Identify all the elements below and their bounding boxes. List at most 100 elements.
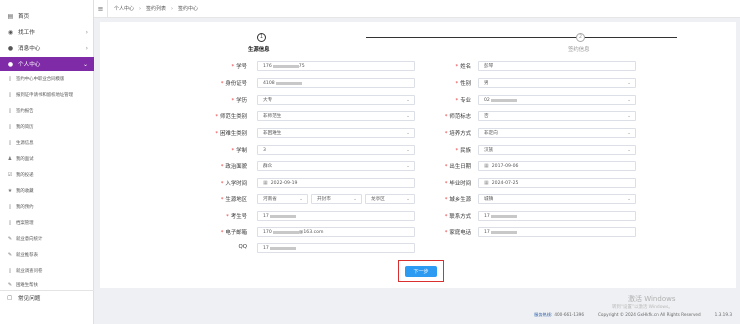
gender-select[interactable]: 男 ⌄ bbox=[478, 78, 636, 88]
home-phone-label: * 家庭电话 bbox=[444, 230, 471, 236]
qq-input[interactable]: 17 bbox=[257, 243, 415, 253]
chevron-down-icon: ⌄ bbox=[627, 196, 631, 202]
email-label: * 电子邮箱 bbox=[220, 230, 247, 236]
sidebar-subitem[interactable]: ✎ 就业意向统计 bbox=[0, 234, 94, 244]
menu-toggle-icon[interactable]: ≡ bbox=[94, 0, 108, 18]
sidebar-subitem[interactable]: ▯ 我的预约 bbox=[0, 202, 94, 212]
sidebar-subitem[interactable]: ▯ 档案管理 bbox=[0, 218, 94, 228]
masked-text bbox=[490, 98, 517, 102]
pen-icon: ✎ bbox=[7, 282, 13, 288]
training-mode-select[interactable]: 非定向 ⌄ bbox=[478, 128, 636, 138]
next-step-button[interactable]: 下一步 bbox=[405, 266, 437, 277]
sidebar-subitem[interactable]: ▯ 生源信息 bbox=[0, 138, 94, 148]
eye-icon: ◉ bbox=[7, 28, 14, 36]
enroll-date-picker[interactable]: ▦ 2022-09-19 bbox=[257, 178, 415, 188]
sidebar-item-work[interactable]: ◉ 找工作 › bbox=[0, 25, 94, 39]
normal-category-select[interactable]: 非师范生 ⌄ bbox=[257, 111, 415, 121]
chevron-down-icon: ⌄ bbox=[627, 113, 631, 119]
chevron-down-icon: ⌄ bbox=[627, 130, 631, 136]
copyright-text: Copyright © 2024 GxHkfk.cn All Rights Re… bbox=[598, 312, 701, 317]
normal-status-select[interactable]: 否 ⌄ bbox=[478, 111, 636, 121]
home-phone-input[interactable]: 17 bbox=[478, 227, 636, 237]
grad-date-label: * 毕业时间 bbox=[444, 181, 471, 187]
origin-label: * 生源地区 bbox=[220, 197, 247, 203]
version-text: 1.3.19.3 bbox=[714, 312, 732, 317]
years-label: * 学制 bbox=[231, 148, 248, 154]
masked-text bbox=[490, 214, 517, 218]
ethnicity-select[interactable]: 汉族 ⌄ bbox=[478, 145, 636, 155]
doc-icon: ▯ bbox=[8, 92, 12, 98]
exam-number-input[interactable]: 17 bbox=[257, 211, 415, 221]
contact-phone-input[interactable]: 17 bbox=[478, 211, 636, 221]
sidebar-item-label: 常见问题 bbox=[18, 295, 41, 302]
political-select[interactable]: 群众 ⌄ bbox=[257, 161, 415, 171]
email-input[interactable]: 170 @163.com bbox=[257, 227, 415, 237]
years-select[interactable]: 3 ⌄ bbox=[257, 145, 415, 155]
sidebar-subitem[interactable]: ▯ 就业调查问卷 bbox=[0, 266, 94, 276]
normal-category-label: * 师范生类别 bbox=[215, 114, 247, 120]
difficulty-category-select[interactable]: 非困难生 ⌄ bbox=[257, 128, 415, 138]
pen-icon: ✎ bbox=[7, 236, 13, 242]
qq-label: QQ bbox=[238, 244, 248, 250]
sidebar-item-messages[interactable]: ● 消息中心 › bbox=[0, 41, 94, 55]
sidebar-item-home[interactable]: ▤ 首页 bbox=[0, 9, 94, 23]
urban-rural-label: * 城乡生源 bbox=[444, 197, 471, 203]
urban-rural-select[interactable]: 城镇 ⌄ bbox=[478, 194, 636, 204]
sidebar-subitem[interactable]: ✎ 困难生帮扶 bbox=[0, 280, 94, 290]
masked-text bbox=[272, 64, 299, 68]
id-number-input[interactable]: 4108 bbox=[257, 78, 415, 88]
sidebar-subitem[interactable]: ★ 我的收藏 bbox=[0, 186, 94, 196]
doc-icon: ▯ bbox=[8, 124, 12, 130]
sidebar-item-personal-center[interactable]: ● 个人中心 ⌄ bbox=[0, 57, 94, 71]
sidebar-item-label: 首页 bbox=[18, 14, 30, 20]
major-label: * 专业 bbox=[455, 98, 472, 104]
major-select[interactable]: 02 ⌄ bbox=[478, 95, 636, 105]
users-icon: ♟ bbox=[7, 156, 13, 162]
chevron-right-icon: › bbox=[85, 44, 88, 52]
student-id-input[interactable]: 176 75 bbox=[257, 61, 415, 71]
sidebar-subitem-label: 签约报告 bbox=[16, 109, 34, 114]
masked-text bbox=[269, 246, 296, 250]
grad-date-picker[interactable]: ▦ 2024-07-25 bbox=[478, 178, 636, 188]
sidebar-subitem-label: 我的投递 bbox=[16, 173, 34, 178]
sidebar-subitem[interactable]: ▯ 签约报告 bbox=[0, 106, 94, 116]
masked-text bbox=[275, 81, 302, 85]
normal-status-label: * 师范标志 bbox=[444, 114, 471, 120]
user-icon: ● bbox=[7, 60, 14, 68]
doc-icon: ▯ bbox=[8, 140, 12, 146]
birth-date-label: * 出生日期 bbox=[444, 164, 471, 170]
student-id-label: * 学号 bbox=[231, 64, 248, 70]
step-2-indicator: 2 bbox=[576, 33, 585, 42]
breadcrumb-item[interactable]: 个人中心 bbox=[114, 5, 134, 12]
chevron-right-icon: › bbox=[171, 5, 174, 12]
sidebar-subitem[interactable]: ▯ 报到证申请书和留校地址管理 bbox=[0, 90, 94, 100]
calendar-icon: ▦ bbox=[484, 163, 489, 169]
education-select[interactable]: 大专 ⌄ bbox=[257, 95, 415, 105]
calendar-icon: ▦ bbox=[484, 180, 489, 186]
origin-city-select[interactable]: 开封市 ⌄ bbox=[311, 194, 362, 204]
sidebar-subitem[interactable]: ✎ 就业推荐表 bbox=[0, 250, 94, 260]
sidebar-subitem[interactable]: ♟ 我的面试 bbox=[0, 154, 94, 164]
home-icon: ▤ bbox=[7, 12, 14, 20]
hotline-number: 400-661-1396 bbox=[554, 312, 584, 317]
sidebar-subitem[interactable]: ☑ 我的投递 bbox=[0, 170, 94, 180]
birth-date-picker[interactable]: ▦ 2017-09-06 bbox=[478, 161, 636, 171]
name-input[interactable]: 彭琴 bbox=[478, 61, 636, 71]
hotline-label: 服务热线: bbox=[534, 311, 553, 317]
sidebar-subitem-label: 我的简历 bbox=[16, 125, 34, 130]
sidebar-subitem-label: 生源信息 bbox=[16, 141, 34, 146]
sidebar-item-faq[interactable]: ▢ 常见问题 bbox=[0, 290, 94, 304]
contact-phone-label: * 联系方式 bbox=[444, 214, 471, 220]
sidebar-subitem[interactable]: ▯ 我的简历 bbox=[0, 122, 94, 132]
difficulty-category-label: * 困难生类别 bbox=[215, 131, 247, 137]
breadcrumb-item[interactable]: 签约列表 bbox=[146, 5, 166, 12]
sidebar-item-label: 个人中心 bbox=[18, 62, 41, 68]
star-icon: ★ bbox=[7, 188, 13, 194]
top-bar: ≡ 个人中心 › 签约列表 › 签约中心 bbox=[94, 0, 740, 18]
origin-province-select[interactable]: 河南省 ⌄ bbox=[257, 194, 308, 204]
exam-number-label: * 考生号 bbox=[226, 214, 247, 220]
gender-label: * 性别 bbox=[455, 81, 472, 87]
ethnicity-label: * 民族 bbox=[455, 148, 472, 154]
sidebar-subitem[interactable]: ▯ 签约中心中职业合同模版 bbox=[0, 74, 94, 84]
chevron-down-icon: ⌄ bbox=[353, 196, 357, 202]
